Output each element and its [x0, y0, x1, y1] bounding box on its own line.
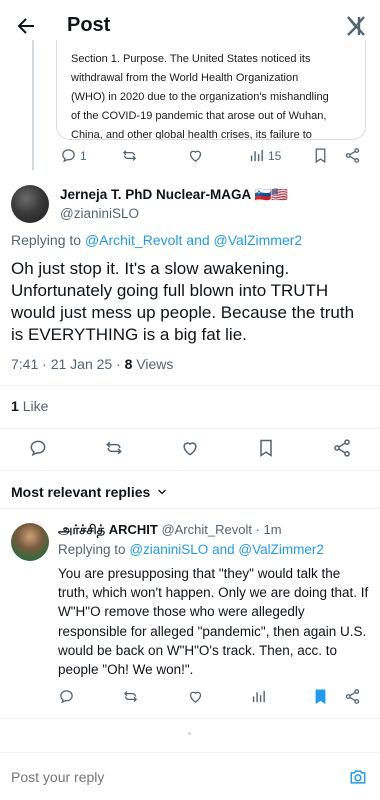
- mention-link[interactable]: @zianiniSLO: [129, 542, 208, 557]
- reply-author: அர்ச்சித் ARCHIT @Archit_Revolt · 1m: [58, 522, 282, 539]
- mention-link[interactable]: @ValZimmer2: [214, 232, 303, 248]
- views-button[interactable]: [250, 688, 267, 705]
- analytics-icon: [252, 690, 265, 703]
- loading-dot: [188, 732, 191, 735]
- reply-input[interactable]: [11, 769, 311, 785]
- replying-to: Replying to @zianiniSLO and @ValZimmer2: [58, 542, 324, 557]
- views-button[interactable]: 15: [248, 147, 281, 164]
- heart-icon: [183, 442, 197, 456]
- reply-composer: [0, 752, 380, 800]
- likes-summary[interactable]: 1 Like: [11, 398, 48, 414]
- like-button[interactable]: [187, 688, 204, 705]
- post-meta: 7:41 · 21 Jan 25 · 8 Views: [11, 356, 174, 372]
- heart-icon: [189, 150, 202, 162]
- repost-button[interactable]: [122, 688, 139, 705]
- reply-button[interactable]: [28, 438, 48, 458]
- like-button[interactable]: [187, 147, 204, 164]
- likes-count: 1: [11, 398, 19, 414]
- author-name[interactable]: Jerneja T. PhD Nuclear-MAGA 🇸🇮🇺🇸: [60, 187, 288, 203]
- repost-button[interactable]: [104, 438, 124, 458]
- chevron-down-icon: [158, 489, 167, 495]
- quote-line: Section 1. Purpose. The United States no…: [71, 53, 311, 65]
- quoted-document-image[interactable]: Section 1. Purpose. The United States no…: [56, 40, 366, 140]
- share-button[interactable]: [332, 438, 352, 458]
- divider: [0, 428, 380, 429]
- bookmark-button[interactable]: [256, 438, 276, 458]
- replying-to: Replying to @Archit_Revolt and @ValZimme…: [11, 232, 303, 248]
- bookmark-filled-icon: [315, 689, 326, 705]
- reply-text: You are presupposing that "they" would t…: [58, 566, 369, 678]
- heart-icon: [189, 691, 202, 703]
- share-button[interactable]: [344, 688, 361, 705]
- views-count: 8: [124, 356, 133, 372]
- camera-icon[interactable]: [348, 767, 368, 787]
- bookmark-icon: [260, 439, 272, 457]
- replies-sort-dropdown[interactable]: Most relevant replies: [11, 484, 168, 500]
- post-text: Oh just stop it. It's a slow awakening. …: [11, 259, 355, 344]
- like-button[interactable]: [180, 438, 200, 458]
- author-name[interactable]: அர்ச்சித் ARCHIT: [58, 522, 158, 537]
- quote-line: withdrawal from the World Health Organiz…: [71, 72, 299, 84]
- reply-button[interactable]: [58, 688, 75, 705]
- arrow-left-icon[interactable]: [14, 14, 38, 38]
- bookmark-button[interactable]: [312, 147, 329, 164]
- page-title: Post: [67, 14, 111, 36]
- timestamp[interactable]: 7:41 · 21 Jan 25 ·: [11, 356, 121, 372]
- reply-count: 1: [80, 148, 87, 163]
- share-icon: [345, 689, 360, 704]
- mention-link[interactable]: @ValZimmer2: [238, 542, 323, 557]
- divider: [0, 718, 380, 719]
- repost-icon: [106, 441, 122, 455]
- reply-icon: [30, 440, 46, 457]
- thread-connector: [32, 40, 34, 170]
- x-logo-icon[interactable]: [346, 15, 366, 37]
- divider: [0, 508, 380, 509]
- reply-icon: [60, 690, 73, 704]
- avatar[interactable]: [11, 523, 49, 561]
- divider: [0, 385, 380, 386]
- divider: [0, 470, 380, 471]
- sort-label: Most relevant replies: [11, 484, 151, 500]
- share-button[interactable]: [344, 147, 361, 164]
- quote-line: (WHO) in 2020 due to the organization's …: [71, 91, 329, 103]
- share-icon: [345, 148, 360, 163]
- bookmark-button[interactable]: [312, 688, 329, 705]
- reply-button[interactable]: 1: [60, 147, 87, 164]
- mention-link[interactable]: @Archit_Revolt: [85, 232, 182, 248]
- repost-icon: [123, 691, 138, 702]
- repost-button[interactable]: [121, 147, 138, 164]
- views-count: 15: [268, 148, 282, 163]
- author-handle[interactable]: @zianiniSLO: [60, 206, 139, 221]
- avatar[interactable]: [11, 185, 49, 223]
- reply-icon: [62, 149, 75, 163]
- quote-line: of the COVID-19 pandemic that arose out …: [71, 110, 327, 122]
- author-handle[interactable]: @Archit_Revolt · 1m: [161, 522, 281, 537]
- analytics-icon: [250, 149, 263, 162]
- repost-icon: [122, 150, 137, 161]
- bookmark-icon: [315, 148, 326, 164]
- share-icon: [334, 439, 350, 457]
- quote-line: China, and other global health crises, i…: [71, 129, 312, 140]
